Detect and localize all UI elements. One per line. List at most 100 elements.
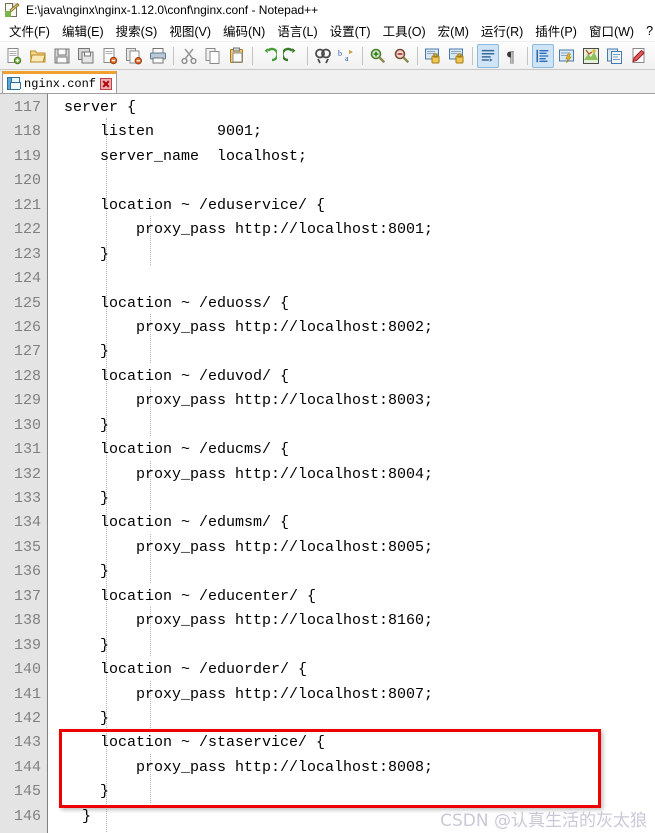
- menu-view[interactable]: 视图(V): [163, 19, 217, 42]
- tab-bar: nginx.conf: [0, 70, 655, 94]
- close-tab-icon[interactable]: [100, 77, 113, 90]
- toolbar-separator: [252, 46, 253, 65]
- code-line[interactable]: proxy_pass http://localhost:8002;: [62, 316, 655, 340]
- title-bar: E:\java\nginx\nginx-1.12.0\conf\nginx.co…: [0, 0, 655, 20]
- code-text[interactable]: server { listen 9001; server_name localh…: [62, 94, 655, 833]
- menu-settings[interactable]: 设置(T): [324, 19, 377, 42]
- code-line[interactable]: location ~ /staservice/ {: [62, 731, 655, 755]
- code-line[interactable]: proxy_pass http://localhost:8001;: [62, 218, 655, 242]
- document-map-icon[interactable]: [580, 44, 602, 68]
- sync-vertical-scroll-icon[interactable]: [422, 44, 444, 68]
- menu-file[interactable]: 文件(F): [3, 19, 56, 42]
- line-number-gutter: 117 118 119 120 121 122 123 124 125 126 127 128 129 1…: [0, 94, 48, 833]
- line-number: 119: [13, 147, 41, 165]
- paste-icon[interactable]: [226, 44, 248, 68]
- code-line[interactable]: location ~ /educms/ {: [62, 438, 655, 462]
- new-file-icon[interactable]: [3, 44, 25, 68]
- code-line[interactable]: }: [62, 707, 655, 731]
- code-line[interactable]: }: [62, 243, 655, 267]
- fold-margin[interactable]: [48, 94, 62, 833]
- indent-guideline-icon[interactable]: [532, 43, 554, 68]
- redo-icon[interactable]: [281, 44, 303, 68]
- code-line[interactable]: location ~ /eduoss/ {: [62, 292, 655, 316]
- code-line[interactable]: }: [62, 487, 655, 511]
- show-all-characters-icon[interactable]: ¶: [501, 44, 523, 68]
- close-file-icon[interactable]: [99, 44, 121, 68]
- zoom-in-icon[interactable]: [367, 44, 389, 68]
- menu-window[interactable]: 窗口(W): [583, 19, 640, 42]
- menu-search[interactable]: 搜索(S): [110, 19, 164, 42]
- find-icon[interactable]: [312, 44, 334, 68]
- menu-help[interactable]: ?: [640, 22, 655, 40]
- line-number: 117: [13, 99, 41, 116]
- menu-language[interactable]: 语言(L): [271, 19, 323, 42]
- code-line[interactable]: }: [62, 414, 655, 438]
- line-number: 129: [13, 392, 41, 410]
- line-number: 120: [13, 172, 41, 190]
- code-line[interactable]: }: [62, 780, 655, 804]
- code-line[interactable]: location ~ /edumsm/ {: [62, 511, 655, 535]
- print-icon[interactable]: [147, 44, 169, 68]
- notepadpp-window: E:\java\nginx\nginx-1.12.0\conf\nginx.co…: [0, 0, 655, 833]
- toolbar-separator: [472, 46, 473, 65]
- menu-macro[interactable]: 宏(M): [432, 19, 475, 42]
- window-title: E:\java\nginx\nginx-1.12.0\conf\nginx.co…: [26, 3, 319, 17]
- toolbar-separator: [417, 46, 418, 65]
- replace-icon[interactable]: ba: [336, 44, 358, 68]
- save-icon[interactable]: [51, 44, 73, 68]
- tab-nginx-conf[interactable]: nginx.conf: [2, 71, 118, 93]
- code-line[interactable]: [62, 169, 655, 193]
- undo-icon[interactable]: [257, 44, 279, 68]
- sync-horizontal-scroll-icon[interactable]: [446, 44, 468, 68]
- code-line[interactable]: proxy_pass http://localhost:8003;: [62, 389, 655, 413]
- code-line[interactable]: proxy_pass http://localhost:8005;: [62, 536, 655, 560]
- line-number: 131: [13, 441, 41, 459]
- line-number: 142: [13, 709, 41, 727]
- record-macro-icon[interactable]: [628, 44, 650, 68]
- close-all-files-icon[interactable]: [123, 44, 145, 68]
- code-line[interactable]: }: [62, 560, 655, 584]
- line-number: 138: [13, 612, 41, 630]
- line-number: 147: [0, 829, 47, 833]
- code-line[interactable]: server_name localhost;: [62, 145, 655, 169]
- toolbar-separator: [527, 46, 528, 65]
- menu-plugins[interactable]: 插件(P): [529, 19, 583, 42]
- function-list-icon[interactable]: [604, 44, 626, 68]
- line-number: 136: [13, 563, 41, 581]
- svg-text:b: b: [338, 49, 342, 58]
- menu-edit[interactable]: 编辑(E): [56, 19, 110, 42]
- code-line[interactable]: location ~ /educenter/ {: [62, 585, 655, 609]
- menu-encoding[interactable]: 编码(N): [217, 19, 271, 42]
- menu-tools[interactable]: 工具(O): [377, 19, 432, 42]
- code-line[interactable]: server {: [62, 96, 655, 120]
- code-line[interactable]: location ~ /eduvod/ {: [62, 365, 655, 389]
- menu-run[interactable]: 运行(R): [475, 19, 529, 42]
- line-number: 137: [13, 587, 41, 605]
- line-number: 127: [13, 343, 41, 361]
- copy-icon[interactable]: [202, 44, 224, 68]
- saved-file-icon: [7, 77, 21, 90]
- line-number: 118: [13, 123, 41, 141]
- editor-area[interactable]: 117 118 119 120 121 122 123 124 125 126 127 128 129 1…: [0, 94, 655, 833]
- code-line[interactable]: proxy_pass http://localhost:8008;: [62, 756, 655, 780]
- code-line[interactable]: }: [62, 340, 655, 364]
- word-wrap-icon[interactable]: [477, 43, 499, 68]
- line-number: 135: [13, 538, 41, 556]
- code-line[interactable]: }: [62, 634, 655, 658]
- cut-icon[interactable]: [178, 44, 200, 68]
- code-line[interactable]: location ~ /eduorder/ {: [62, 658, 655, 682]
- user-defined-language-icon[interactable]: [556, 44, 578, 68]
- open-file-icon[interactable]: [27, 44, 49, 68]
- code-line[interactable]: listen 9001;: [62, 120, 655, 144]
- code-line[interactable]: proxy_pass http://localhost:8004;: [62, 463, 655, 487]
- save-all-icon[interactable]: [75, 44, 97, 68]
- code-line[interactable]: [62, 267, 655, 291]
- code-line[interactable]: proxy_pass http://localhost:8160;: [62, 609, 655, 633]
- toolbar-separator: [173, 46, 174, 65]
- line-number: 144: [13, 758, 41, 776]
- svg-text:a: a: [345, 54, 349, 63]
- code-line[interactable]: proxy_pass http://localhost:8007;: [62, 683, 655, 707]
- zoom-out-icon[interactable]: [391, 44, 413, 68]
- line-number: 128: [13, 367, 41, 385]
- code-line[interactable]: location ~ /eduservice/ {: [62, 194, 655, 218]
